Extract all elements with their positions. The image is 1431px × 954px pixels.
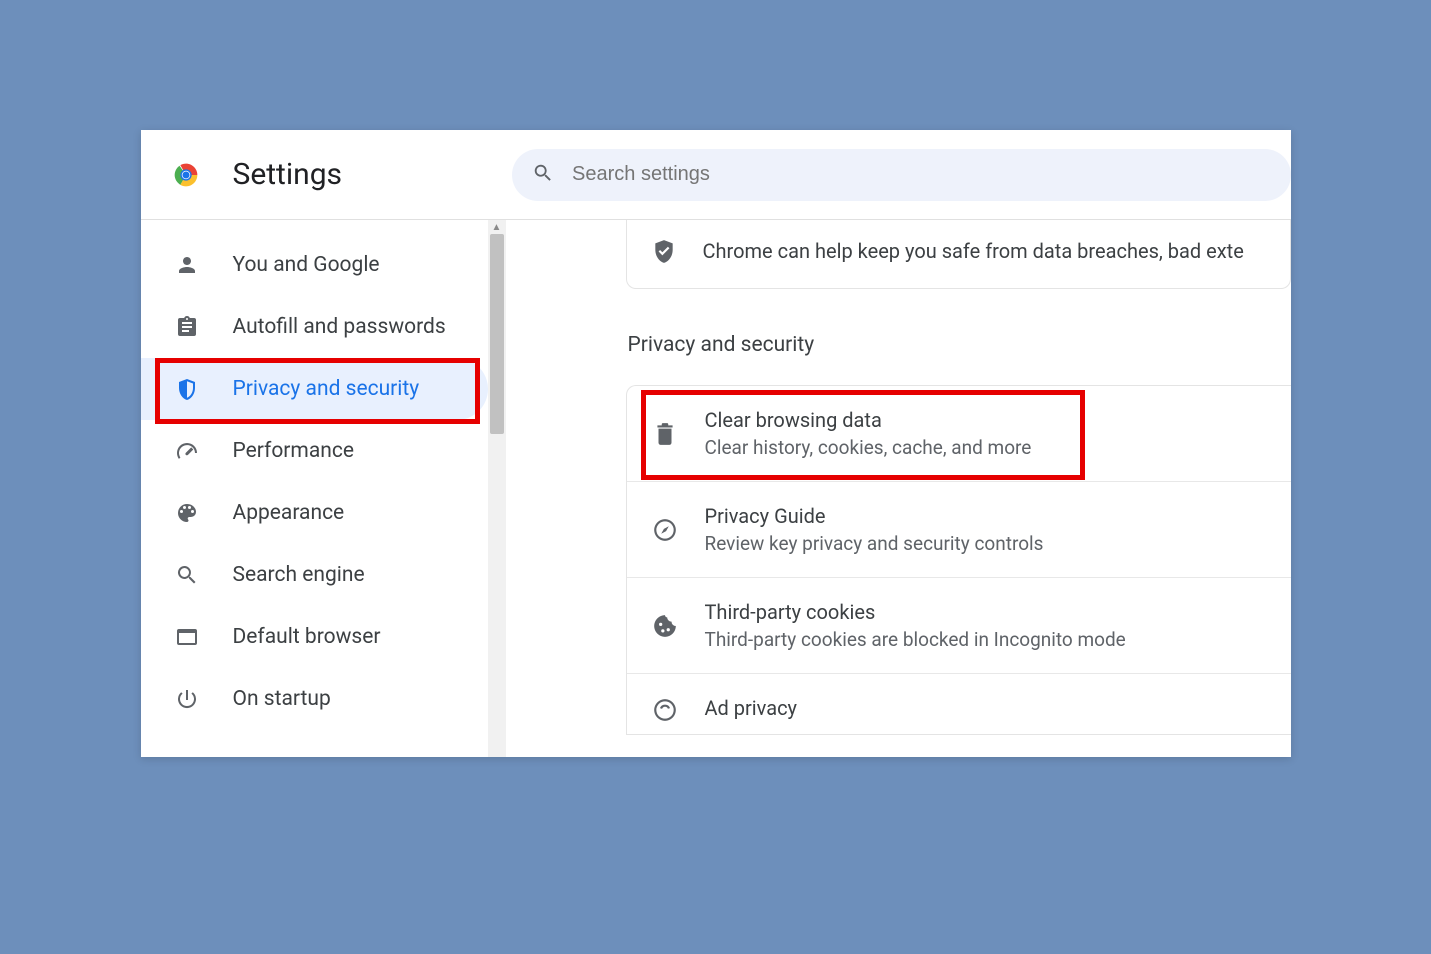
- row-title: Third-party cookies: [705, 600, 1126, 624]
- row-clear-browsing-data[interactable]: Clear browsing data Clear history, cooki…: [627, 386, 1291, 482]
- body: ▲ You and Google Autofill and passwords …: [141, 220, 1291, 757]
- row-subtitle: Review key privacy and security controls: [705, 532, 1044, 555]
- sidebar-item-label: On startup: [233, 687, 331, 711]
- row-ad-privacy[interactable]: Ad privacy: [627, 674, 1291, 734]
- page-title: Settings: [233, 157, 343, 192]
- sidebar-item-performance[interactable]: Performance: [141, 420, 506, 482]
- power-icon: [175, 687, 199, 711]
- safety-banner-text: Chrome can help keep you safe from data …: [703, 239, 1244, 263]
- row-privacy-guide[interactable]: Privacy Guide Review key privacy and sec…: [627, 482, 1291, 578]
- sidebar-item-privacy-security[interactable]: Privacy and security: [141, 358, 488, 420]
- sidebar-item-label: Default browser: [233, 625, 381, 649]
- sidebar-item-label: Autofill and passwords: [233, 315, 446, 339]
- sidebar-item-you-and-google[interactable]: You and Google: [141, 234, 506, 296]
- sidebar-item-autofill[interactable]: Autofill and passwords: [141, 296, 506, 358]
- row-third-party-cookies[interactable]: Third-party cookies Third-party cookies …: [627, 578, 1291, 674]
- search-icon: [532, 162, 572, 188]
- row-subtitle: Clear history, cookies, cache, and more: [705, 436, 1032, 459]
- row-subtitle: Third-party cookies are blocked in Incog…: [705, 628, 1126, 651]
- sidebar-item-label: Search engine: [233, 563, 365, 587]
- sidebar-item-label: Appearance: [233, 501, 345, 525]
- shield-check-icon: [651, 238, 677, 264]
- person-icon: [175, 253, 199, 277]
- search-settings-input[interactable]: [512, 149, 1290, 201]
- row-title: Clear browsing data: [705, 408, 1032, 432]
- section-title: Privacy and security: [626, 333, 1291, 357]
- sidebar-item-label: Privacy and security: [233, 377, 420, 401]
- palette-icon: [175, 501, 199, 525]
- scroll-up-icon[interactable]: ▲: [488, 220, 506, 234]
- settings-window: Settings ▲ You and Google Autofill and p…: [141, 130, 1291, 757]
- chrome-logo-icon: [169, 158, 203, 192]
- sidebar-item-default-browser[interactable]: Default browser: [141, 606, 506, 668]
- trash-icon: [651, 420, 679, 448]
- safety-check-card[interactable]: Chrome can help keep you safe from data …: [626, 220, 1291, 289]
- sidebar-item-label: Performance: [233, 439, 354, 463]
- clipboard-icon: [175, 315, 199, 339]
- row-title: Ad privacy: [705, 696, 798, 720]
- header: Settings: [141, 130, 1291, 220]
- browser-icon: [175, 625, 199, 649]
- search-icon: [175, 563, 199, 587]
- cookie-icon: [651, 612, 679, 640]
- shield-icon: [175, 377, 199, 401]
- sidebar-item-on-startup[interactable]: On startup: [141, 668, 506, 730]
- privacy-list: Clear browsing data Clear history, cooki…: [626, 385, 1291, 735]
- main-content: Chrome can help keep you safe from data …: [506, 220, 1291, 757]
- row-title: Privacy Guide: [705, 504, 1044, 528]
- sidebar-item-label: You and Google: [233, 253, 380, 277]
- search-field[interactable]: [572, 163, 1270, 186]
- ad-icon: [651, 696, 679, 724]
- sidebar: ▲ You and Google Autofill and passwords …: [141, 220, 506, 757]
- speedometer-icon: [175, 439, 199, 463]
- sidebar-item-appearance[interactable]: Appearance: [141, 482, 506, 544]
- compass-icon: [651, 516, 679, 544]
- sidebar-item-search-engine[interactable]: Search engine: [141, 544, 506, 606]
